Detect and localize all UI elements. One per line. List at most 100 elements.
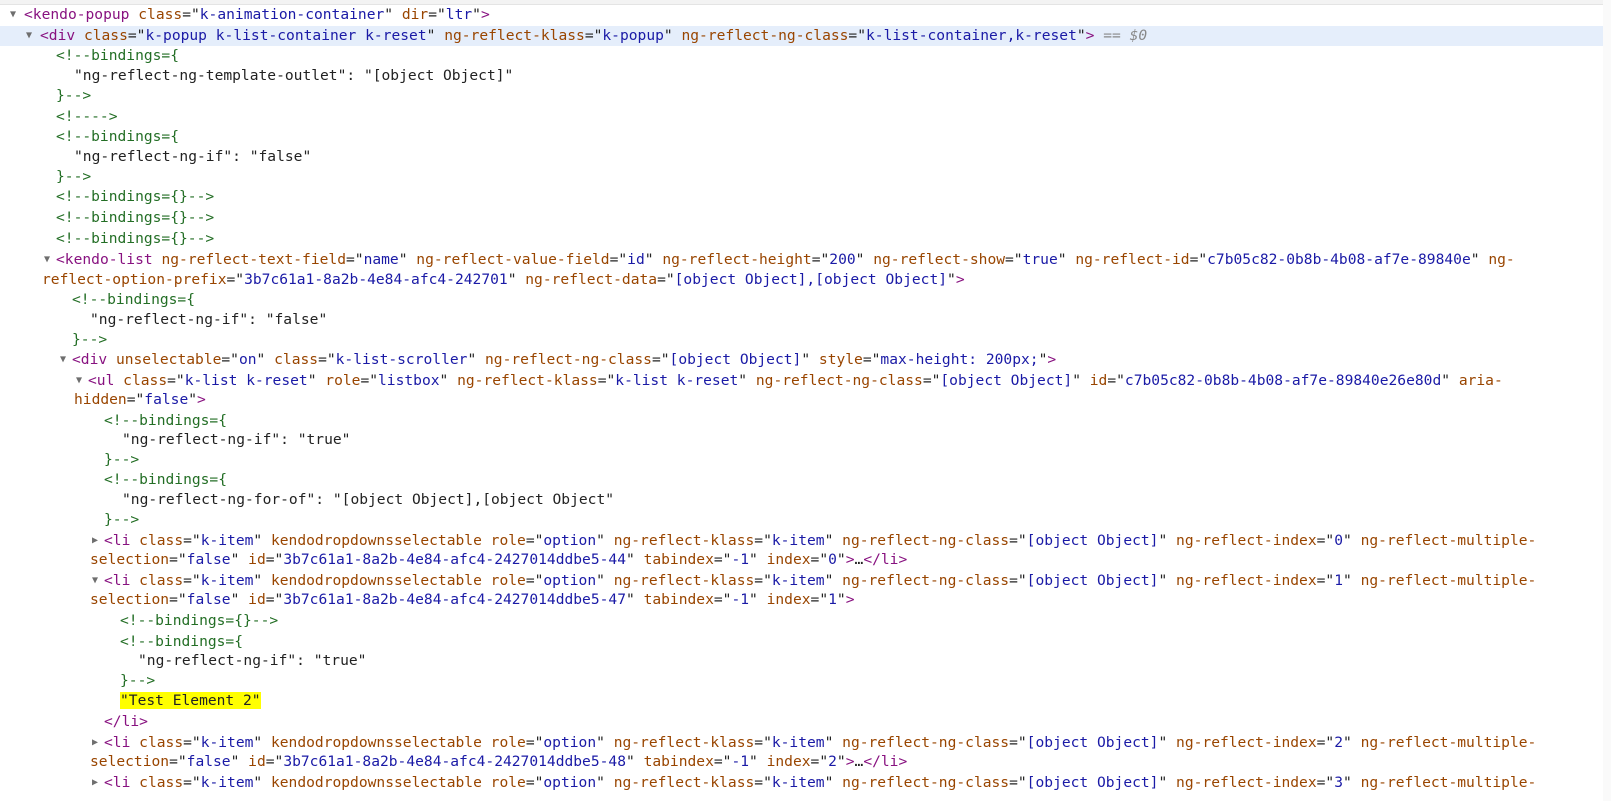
- dom-node-selected-div[interactable]: ▼ <div class="k-popup k-list-container k…: [0, 26, 1611, 46]
- tag-name: div: [48, 27, 76, 44]
- comment-line[interactable]: <!--bindings={}-->: [0, 611, 1611, 631]
- expand-triangle-icon[interactable]: ▶: [92, 773, 98, 793]
- attr-value: id: [627, 251, 645, 268]
- attr-name: tabindex: [643, 753, 714, 770]
- text-node-line[interactable]: "Test Element 2": [0, 691, 1611, 711]
- comment-line[interactable]: <!--bindings={: [0, 470, 1611, 490]
- dom-node-li-0[interactable]: ▶ <li class="k-item" kendodropdownsselec…: [0, 531, 1611, 551]
- attr-name: ng-reflect-klass: [613, 774, 755, 791]
- attr-name: ng-reflect-multiple-: [1360, 532, 1537, 549]
- comment-line[interactable]: <!--bindings={: [0, 46, 1611, 66]
- attr-value: 1: [828, 591, 837, 608]
- attr-name: ng-: [1488, 251, 1515, 268]
- comment-line[interactable]: <!--bindings={}-->: [0, 208, 1611, 228]
- attr-name: ng-reflect-ng-class: [681, 27, 849, 44]
- attr-name: kendodropdownsselectable: [270, 532, 482, 549]
- comment-line[interactable]: <!--bindings={}-->: [0, 187, 1611, 207]
- comment-line[interactable]: <!--bindings={: [0, 290, 1611, 310]
- attr-name: ng-reflect-show: [873, 251, 1006, 268]
- comment-line[interactable]: "ng-reflect-ng-if": "true": [0, 430, 1611, 450]
- tag-name: li: [112, 532, 131, 549]
- attr-value: k-popup k-list-container k-reset: [145, 27, 427, 44]
- expand-triangle-icon[interactable]: ▶: [92, 531, 98, 551]
- attr-name: selection: [90, 753, 170, 770]
- attr-name: ng-reflect-klass: [457, 372, 598, 389]
- attr-value: [object Object]: [1026, 774, 1159, 791]
- attr-name: id: [1089, 372, 1108, 389]
- attr-value: false: [144, 391, 189, 408]
- dom-node-kendo-popup[interactable]: ▼ <kendo-popup class="k-animation-contai…: [0, 5, 1611, 25]
- expand-triangle-icon[interactable]: ▶: [92, 733, 98, 753]
- comment-line[interactable]: <!--bindings={}-->: [0, 229, 1611, 249]
- dom-node-continuation[interactable]: selection="false" id="3b7c61a1-8a2b-4e84…: [0, 590, 1611, 610]
- attr-value: false: [186, 551, 231, 568]
- dom-node-li-2[interactable]: ▶ <li class="k-item" kendodropdownsselec…: [0, 733, 1611, 753]
- comment-line[interactable]: }-->: [0, 167, 1611, 187]
- attr-value: k-item: [771, 774, 825, 791]
- expand-triangle-icon[interactable]: ▼: [10, 5, 16, 25]
- comment-line[interactable]: }-->: [0, 510, 1611, 530]
- attr-value: option: [543, 572, 597, 589]
- comment-line[interactable]: "ng-reflect-ng-if": "false": [0, 310, 1611, 330]
- dom-node-kendo-list[interactable]: ▼ <kendo-list ng-reflect-text-field="nam…: [0, 250, 1611, 270]
- attr-name: kendodropdownsselectable: [270, 572, 482, 589]
- attr-name: class: [83, 27, 128, 44]
- dom-node-continuation[interactable]: selection="false" id="3b7c61a1-8a2b-4e84…: [0, 550, 1611, 570]
- attr-name: ng-reflect-ng-class: [485, 351, 652, 368]
- dom-node-continuation[interactable]: reflect-option-prefix="3b7c61a1-8a2b-4e8…: [0, 270, 1611, 290]
- expand-triangle-icon[interactable]: ▼: [26, 26, 32, 46]
- attr-name: ng-reflect-text-field: [161, 251, 346, 268]
- attr-name: ng-reflect-value-field: [416, 251, 610, 268]
- attr-value: k-item: [771, 572, 825, 589]
- attr-value: name: [363, 251, 399, 268]
- comment-line[interactable]: <!--bindings={: [0, 632, 1611, 652]
- attr-value: k-item: [771, 734, 825, 751]
- attr-name: unselectable: [115, 351, 222, 368]
- attr-value: 3: [1334, 774, 1344, 791]
- expand-triangle-icon[interactable]: ▼: [44, 250, 50, 270]
- comment-line[interactable]: "ng-reflect-ng-template-outlet": "[objec…: [0, 66, 1611, 86]
- comment-line[interactable]: "ng-reflect-ng-for-of": "[object Object]…: [0, 490, 1611, 510]
- attr-name: ng-reflect-ng-class: [842, 572, 1010, 589]
- comment-line[interactable]: <!---->: [0, 107, 1611, 127]
- attr-value: 200: [829, 251, 856, 268]
- attr-value: k-list-scroller: [335, 351, 468, 368]
- attr-name: selection: [90, 551, 170, 568]
- expand-triangle-icon[interactable]: ▼: [92, 571, 98, 591]
- attr-name: ng-reflect-data: [525, 271, 658, 288]
- expand-triangle-icon[interactable]: ▼: [76, 371, 82, 391]
- dom-node-list-scroller[interactable]: ▼ <div unselectable="on" class="k-list-s…: [0, 350, 1611, 370]
- attr-value: k-item: [200, 532, 254, 549]
- dom-node-continuation[interactable]: hidden="false">: [0, 390, 1611, 410]
- dom-node-li-1[interactable]: ▼ <li class="k-item" kendodropdownsselec…: [0, 571, 1611, 591]
- attr-value: [object Object]: [1026, 532, 1159, 549]
- tag-name: li: [112, 734, 131, 751]
- comment-line[interactable]: "ng-reflect-ng-if": "true": [0, 651, 1611, 671]
- attr-name: class: [274, 351, 319, 368]
- closing-tag-line[interactable]: </li>: [0, 712, 1611, 732]
- comment-line[interactable]: <!--bindings={: [0, 411, 1611, 431]
- comment-line[interactable]: }-->: [0, 450, 1611, 470]
- attr-value: on: [238, 351, 257, 368]
- attr-value: [object Object]: [940, 372, 1073, 389]
- attr-name: class: [139, 572, 184, 589]
- attr-value: -1: [731, 591, 750, 608]
- comment-line[interactable]: }-->: [0, 86, 1611, 106]
- attr-name: index: [766, 591, 811, 608]
- dom-node-continuation[interactable]: selection="false" id="3b7c61a1-8a2b-4e84…: [0, 752, 1611, 772]
- comment-line[interactable]: }-->: [0, 330, 1611, 350]
- dom-node-listbox-ul[interactable]: ▼ <ul class="k-list k-reset" role="listb…: [0, 371, 1611, 391]
- dom-node-li-3[interactable]: ▶ <li class="k-item" kendodropdownsselec…: [0, 773, 1611, 793]
- comment-line[interactable]: }-->: [0, 671, 1611, 691]
- expand-triangle-icon[interactable]: ▼: [60, 350, 66, 370]
- attr-value: false: [186, 591, 231, 608]
- comment-line[interactable]: "ng-reflect-ng-if": "false": [0, 147, 1611, 167]
- attr-name: class: [139, 734, 184, 751]
- vertical-scrollbar[interactable]: [1603, 0, 1611, 801]
- attr-name: selection: [90, 591, 170, 608]
- attr-name: ng-reflect-klass: [613, 734, 755, 751]
- closing-tag: </li>: [863, 753, 908, 770]
- attr-value: option: [543, 532, 597, 549]
- comment-line[interactable]: <!--bindings={: [0, 127, 1611, 147]
- attr-name: ng-reflect-index: [1176, 532, 1317, 549]
